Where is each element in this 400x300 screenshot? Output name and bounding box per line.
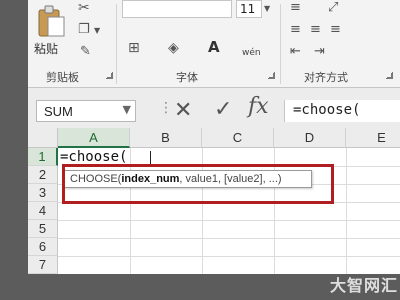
column-header-c[interactable]: C [202, 128, 274, 148]
cell-a1-value: =choose( [60, 149, 128, 165]
clipboard-launcher-icon[interactable] [106, 72, 113, 79]
font-launcher-icon[interactable] [268, 72, 275, 79]
row-header-7[interactable]: 7 [28, 256, 58, 274]
fill-color-icon[interactable]: ◈ [168, 40, 179, 56]
name-box-value: SUM [44, 104, 73, 119]
chevron-down-icon[interactable]: ▼ [123, 103, 131, 116]
select-all-corner[interactable] [28, 128, 58, 148]
align-center-icon[interactable]: ≡ [310, 22, 321, 37]
grid-line [346, 148, 347, 274]
paste-icon [38, 5, 65, 37]
font-size-value: 11 [240, 2, 256, 16]
row-header-2[interactable]: 2 [28, 166, 58, 184]
cut-icon[interactable]: ✂ [78, 0, 90, 16]
row-header-6[interactable]: 6 [28, 238, 58, 256]
formula-input[interactable]: =choose( [284, 100, 400, 122]
column-header-d[interactable]: D [274, 128, 346, 148]
paste-label: 粘贴 [34, 42, 59, 56]
row-header-5[interactable]: 5 [28, 220, 58, 238]
font-name-combo[interactable] [122, 0, 232, 18]
grid-line [58, 220, 400, 221]
clipboard-group-label: 剪贴板 [46, 71, 79, 84]
increase-indent-icon[interactable]: ⇥ [314, 44, 325, 59]
row-header-1[interactable]: 1 [28, 148, 58, 166]
font-color-icon[interactable]: A [208, 38, 220, 56]
group-separator [116, 4, 117, 84]
enter-button[interactable]: ✓ [214, 97, 232, 122]
phonetic-button[interactable]: wén [242, 40, 261, 59]
copy-icon[interactable]: ❐ [78, 22, 90, 37]
orientation-icon[interactable]: ⤢ [328, 0, 338, 15]
phonetic-label: wén [242, 48, 261, 58]
annotation-highlight-box [62, 164, 334, 204]
row-header-4[interactable]: 4 [28, 202, 58, 220]
formula-bar: SUM ▼ ⋮ ✕ ✓ fx =choose( [28, 88, 400, 128]
alignment-launcher-icon[interactable] [386, 72, 393, 79]
insert-function-button[interactable]: fx [248, 94, 269, 119]
cancel-button[interactable]: ✕ [174, 98, 192, 123]
font-group-label: 字体 [176, 71, 198, 84]
borders-icon[interactable]: ⊞ [128, 40, 140, 56]
column-header-b[interactable]: B [130, 128, 202, 148]
alignment-group-label: 对齐方式 [304, 71, 348, 84]
row-header-3[interactable]: 3 [28, 184, 58, 202]
excel-window: 粘贴 ✂ ❐ ✎ ▼ 剪贴板 11 ▼ ⊞ ◈ A wén 字体 ≡ ⤢ ≡ ≡… [0, 0, 400, 300]
group-separator [280, 4, 281, 84]
align-top-icon[interactable]: ≡ [290, 0, 301, 15]
align-left-icon[interactable]: ≡ [290, 22, 301, 37]
paste-button[interactable]: 粘贴 [34, 2, 68, 64]
format-painter-icon[interactable]: ✎ [80, 44, 91, 59]
font-size-combo[interactable]: 11 [236, 0, 262, 18]
formula-input-value: =choose( [293, 102, 361, 118]
chevron-down-icon[interactable]: ▼ [264, 4, 270, 13]
ribbon: 粘贴 ✂ ❐ ✎ ▼ 剪贴板 11 ▼ ⊞ ◈ A wén 字体 ≡ ⤢ ≡ ≡… [28, 0, 400, 88]
column-header-a[interactable]: A [58, 128, 130, 148]
grid-line [58, 238, 400, 239]
watermark: 大智网汇 [330, 276, 399, 295]
align-right-icon[interactable]: ≡ [330, 22, 341, 37]
text-cursor [150, 151, 151, 165]
formula-bar-grip-icon: ⋮ [159, 100, 173, 116]
name-box[interactable]: SUM ▼ [36, 100, 136, 122]
grid-line [58, 256, 400, 257]
decrease-indent-icon[interactable]: ⇤ [290, 44, 301, 59]
chevron-down-icon[interactable]: ▼ [94, 26, 100, 35]
column-header-e[interactable]: E [346, 128, 400, 148]
